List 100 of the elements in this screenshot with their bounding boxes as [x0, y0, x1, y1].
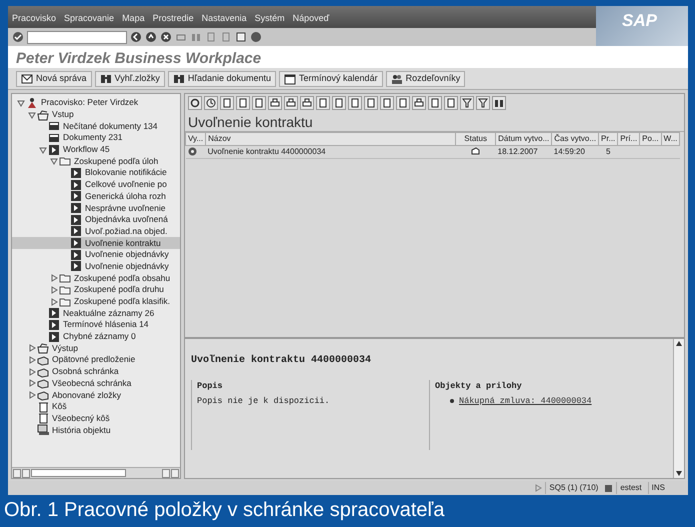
expand-icon[interactable] [28, 379, 36, 388]
column-header[interactable]: Čas vytvo... [552, 132, 599, 146]
section-heading: Popis [197, 380, 224, 393]
tree-item[interactable]: Objednávka uvoľnená [12, 214, 180, 226]
toolbar-button[interactable] [348, 96, 362, 110]
figure-caption: Obr. 1 Pracovné položky v schránke spracovateľa [3, 498, 446, 523]
tree-item[interactable]: Vstup [12, 108, 180, 120]
toolbar-button[interactable]: Nová správa [16, 70, 92, 86]
vertical-scrollbar[interactable] [673, 339, 684, 478]
task-icon [70, 190, 82, 202]
tree-item[interactable]: Workflow 45 [12, 144, 180, 156]
task-icon [70, 237, 82, 250]
tree-item[interactable]: Opätovné predloženie [12, 354, 180, 366]
expand-icon[interactable] [28, 368, 36, 376]
column-header[interactable]: Dátum vytvo... [496, 132, 552, 146]
tree-item[interactable]: Zoskupené podľa úloh [12, 155, 180, 168]
tree-item[interactable]: Zoskupené podľa obsahu [12, 272, 180, 284]
menu-item[interactable]: Mapa [122, 12, 145, 25]
tree-item[interactable]: Generická úloha rozh [12, 190, 180, 202]
column-header[interactable]: Status [456, 132, 496, 146]
menu-item[interactable]: Prostredie [152, 12, 194, 25]
toolbar-button[interactable] [268, 96, 282, 110]
toolbar-button[interactable] [428, 96, 442, 110]
menu-item[interactable]: Systém [254, 12, 285, 25]
column-header[interactable]: Pr... [598, 132, 618, 146]
tree-item[interactable]: Uvoľ.požiad.na objed. [12, 226, 180, 238]
column-header[interactable]: Po... [640, 132, 662, 146]
toolbar-button[interactable] [252, 96, 266, 110]
tree-item[interactable]: Nesprávne uvoľnenie [12, 202, 180, 214]
task-icon [48, 144, 60, 156]
tree-item[interactable]: Termínové hlásenia 14 [12, 319, 180, 331]
tree-item[interactable]: Chybné záznamy 0 [12, 330, 180, 342]
task-icon [48, 307, 60, 320]
toolbar-button[interactable]: Rozdeľovníky [386, 70, 466, 86]
expand-icon[interactable] [50, 274, 58, 282]
tree-item[interactable]: Neaktuálne záznamy 26 [12, 307, 180, 320]
toolbar-button[interactable] [444, 96, 458, 110]
toolbar-button[interactable]: Termínový kalendár [279, 70, 383, 86]
table-cell: 5 [598, 146, 618, 158]
tree-item[interactable]: História objektu [12, 424, 180, 436]
toolbar-button[interactable] [332, 96, 346, 110]
mail-icon [21, 72, 33, 84]
tree-item[interactable]: Nečítané dokumenty 134 [12, 120, 180, 132]
toolbar-button[interactable] [284, 96, 298, 110]
expand-icon[interactable] [28, 356, 36, 364]
tree-item[interactable]: Všeobecný kôš [12, 412, 180, 424]
tree-item[interactable]: Zoskupené podľa druhu [12, 284, 180, 296]
toolbar-button[interactable] [460, 96, 474, 110]
toolbar-button[interactable]: Hľadanie dokumentu [168, 70, 276, 86]
collapse-icon[interactable] [17, 98, 25, 107]
tree-item[interactable]: Všeobecná schránka [12, 378, 180, 390]
people-icon [390, 72, 403, 84]
clock-icon [206, 98, 216, 108]
toolbar-button[interactable] [188, 96, 202, 110]
tree-item[interactable]: Osobná schránka [12, 366, 180, 378]
tree-item[interactable]: Pracovisko: Peter Virdzek [12, 97, 180, 109]
column-header[interactable]: Vy... [186, 132, 206, 146]
menu-item[interactable]: Pracovisko [12, 12, 56, 25]
column-header[interactable]: Prí... [618, 132, 640, 146]
toolbar-button[interactable] [316, 96, 330, 110]
collapse-icon[interactable] [50, 157, 58, 166]
expand-icon[interactable] [50, 298, 58, 306]
tree-item[interactable]: Zoskupené podľa klasifik. [12, 296, 180, 308]
task-icon [70, 166, 82, 179]
toolbar-button[interactable] [204, 96, 218, 110]
horizontal-scrollbar[interactable] [12, 467, 180, 478]
menu-item[interactable]: Spracovanie [64, 12, 114, 25]
tree-item[interactable]: Výstup [12, 342, 180, 354]
tree-item[interactable]: Blokovanie notifikácie [12, 167, 180, 179]
toolbar-button[interactable] [412, 96, 426, 110]
tree-item[interactable]: Abonované zložky [12, 389, 180, 401]
toolbar-button[interactable]: Vyhľ.zložky [94, 70, 165, 86]
toolbar-button[interactable] [380, 96, 394, 110]
tree-item[interactable]: Uvoľnenie kontraktu [12, 237, 180, 249]
attachment-link[interactable]: Nákupná zmluva: 4400000034 [459, 396, 592, 406]
column-header[interactable]: W... [661, 132, 680, 146]
collapse-icon[interactable] [28, 110, 36, 119]
expand-icon[interactable] [28, 391, 36, 400]
toolbar-button[interactable] [396, 96, 410, 110]
tree-item[interactable]: Celkové uvoľnenie po [12, 178, 180, 190]
tree-item[interactable]: Uvoľnenie objednávky [12, 260, 180, 272]
command-field[interactable] [27, 30, 127, 44]
toolbar-button[interactable] [300, 96, 314, 110]
task-icon [70, 260, 82, 272]
expand-icon[interactable] [50, 286, 58, 294]
column-header[interactable]: Názov [206, 132, 456, 146]
toolbar-button[interactable] [492, 96, 506, 110]
back-icon [130, 31, 142, 43]
check-icon [12, 31, 24, 43]
toolbar-button[interactable] [220, 96, 234, 110]
tree-item[interactable]: Kôš [12, 400, 180, 413]
expand-icon[interactable] [28, 344, 36, 352]
toolbar-button[interactable] [476, 96, 490, 110]
toolbar-button[interactable] [364, 96, 378, 110]
menu-item[interactable]: Nápoveď [292, 12, 330, 25]
menu-item[interactable]: Nastavenia [202, 12, 247, 25]
tree-item[interactable]: Uvoľnenie objednávky [12, 248, 180, 261]
toolbar-button[interactable] [236, 96, 250, 110]
tree-item[interactable]: Dokumenty 231 [12, 132, 180, 144]
collapse-icon[interactable] [39, 146, 47, 154]
